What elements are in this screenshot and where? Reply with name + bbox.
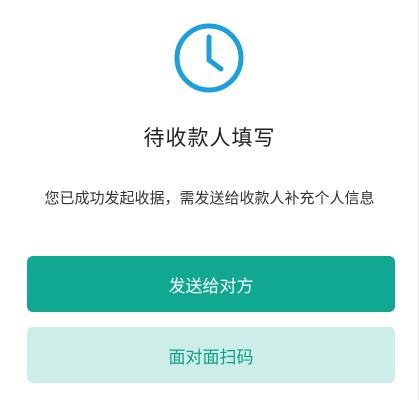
face-to-face-scan-button[interactable]: 面对面扫码 xyxy=(27,327,395,383)
receipt-status-page: 待收款人填写 您已成功发起收据，需发送给收款人补充个人信息 发送给对方 面对面扫… xyxy=(0,0,419,400)
face-to-face-scan-label: 面对面扫码 xyxy=(168,347,254,368)
status-title: 待收款人填写 xyxy=(143,126,276,150)
send-to-recipient-button[interactable]: 发送给对方 xyxy=(27,256,395,312)
send-to-recipient-label: 发送给对方 xyxy=(168,276,254,297)
clock-icon xyxy=(174,23,244,93)
status-description: 您已成功发起收据，需发送给收款人补充个人信息 xyxy=(44,189,375,207)
